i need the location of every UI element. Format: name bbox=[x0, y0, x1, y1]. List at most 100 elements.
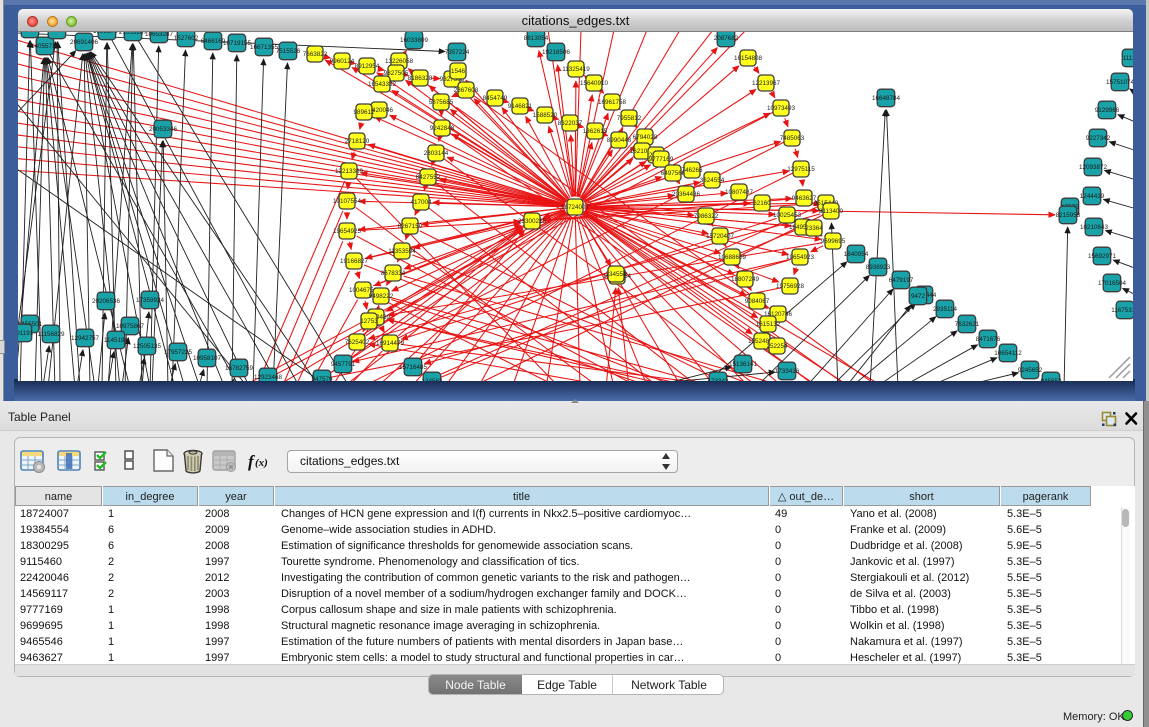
svg-text:12942757: 12942757 bbox=[71, 335, 100, 342]
svg-text:16154808: 16154808 bbox=[734, 55, 763, 62]
svg-text:19166827: 19166827 bbox=[340, 258, 369, 265]
svg-text:12505135: 12505135 bbox=[133, 343, 162, 350]
svg-text:10958107: 10958107 bbox=[193, 355, 222, 362]
svg-text:9227342: 9227342 bbox=[1086, 135, 1111, 142]
svg-text:9472: 9472 bbox=[911, 293, 926, 300]
svg-text:8990448: 8990448 bbox=[607, 137, 632, 144]
svg-text:947579: 947579 bbox=[311, 376, 333, 381]
svg-text:15640910: 15640910 bbox=[580, 80, 609, 87]
svg-text:1527602: 1527602 bbox=[174, 35, 199, 42]
svg-text:13226058: 13226058 bbox=[385, 58, 414, 65]
svg-text:10025453: 10025453 bbox=[773, 212, 802, 219]
svg-text:1244419: 1244419 bbox=[1080, 193, 1105, 200]
svg-text:7485063: 7485063 bbox=[780, 135, 805, 142]
svg-text:12753: 12753 bbox=[360, 318, 378, 325]
svg-text:9084067: 9084067 bbox=[745, 298, 770, 305]
svg-text:17016504: 17016504 bbox=[1098, 280, 1127, 287]
svg-text:16961758: 16961758 bbox=[598, 99, 627, 106]
svg-text:12213369: 12213369 bbox=[335, 168, 364, 175]
svg-text:8938923: 8938923 bbox=[866, 264, 891, 271]
svg-text:7986322: 7986322 bbox=[694, 213, 719, 220]
svg-text:8454749: 8454749 bbox=[483, 95, 508, 102]
svg-text:7955812: 7955812 bbox=[617, 115, 642, 122]
svg-text:7515526: 7515526 bbox=[276, 48, 301, 55]
svg-text:12213967: 12213967 bbox=[752, 80, 781, 87]
svg-text:9457791: 9457791 bbox=[331, 361, 356, 368]
svg-text:20053346: 20053346 bbox=[149, 126, 178, 133]
svg-text:12975115: 12975115 bbox=[787, 166, 815, 173]
svg-text:6479197: 6479197 bbox=[889, 277, 914, 284]
svg-text:7357224: 7357224 bbox=[445, 49, 470, 56]
svg-text:15751074: 15751074 bbox=[1106, 79, 1133, 86]
svg-text:10107554: 10107554 bbox=[333, 198, 362, 205]
svg-text:8678334: 8678334 bbox=[381, 270, 406, 277]
svg-text:989612: 989612 bbox=[353, 109, 375, 116]
svg-text:9129966: 9129966 bbox=[1095, 107, 1120, 114]
svg-text:252254: 252254 bbox=[766, 343, 788, 350]
svg-text:1546: 1546 bbox=[451, 68, 466, 75]
svg-text:746266: 746266 bbox=[681, 167, 703, 174]
svg-text:8427552: 8427552 bbox=[416, 174, 441, 181]
svg-text:2803144: 2803144 bbox=[424, 150, 449, 157]
svg-text:9777169: 9777169 bbox=[649, 156, 674, 163]
svg-text:19654923: 19654923 bbox=[786, 254, 815, 261]
svg-text:18807249: 18807249 bbox=[731, 276, 760, 283]
svg-text:17359924: 17359924 bbox=[136, 297, 165, 304]
svg-text:19756928: 19756928 bbox=[776, 283, 805, 290]
svg-text:16671355: 16671355 bbox=[250, 44, 279, 51]
svg-text:11675312: 11675312 bbox=[1111, 307, 1133, 314]
svg-text:19654925: 19654925 bbox=[333, 228, 362, 235]
svg-text:1640954: 1640954 bbox=[844, 251, 869, 258]
svg-text:9498222: 9498222 bbox=[369, 293, 394, 300]
svg-text:8267150: 8267150 bbox=[398, 223, 423, 230]
svg-text:15136141: 15136141 bbox=[729, 361, 758, 368]
svg-text:9960124: 9960124 bbox=[330, 58, 355, 65]
svg-text:1615132: 1615132 bbox=[756, 321, 781, 328]
svg-text:945652: 945652 bbox=[1040, 378, 1062, 381]
svg-text:19931714: 19931714 bbox=[93, 32, 122, 35]
svg-text:9245652: 9245652 bbox=[1018, 367, 1043, 374]
svg-text:20364436: 20364436 bbox=[672, 191, 701, 198]
svg-text:(x): (x) bbox=[255, 457, 268, 469]
svg-text:14055712: 14055712 bbox=[31, 43, 60, 50]
svg-text:16914479: 16914479 bbox=[376, 340, 405, 347]
svg-text:2087682: 2087682 bbox=[714, 35, 739, 42]
svg-text:10807487: 10807487 bbox=[725, 189, 754, 196]
svg-text:2867608: 2867608 bbox=[454, 87, 479, 94]
svg-text:1362615: 1362615 bbox=[583, 128, 608, 135]
svg-text:8215953: 8215953 bbox=[1056, 212, 1081, 219]
svg-text:3624554: 3624554 bbox=[700, 177, 725, 184]
svg-text:8186328: 8186328 bbox=[408, 75, 433, 82]
svg-text:7632621: 7632621 bbox=[955, 321, 980, 328]
svg-text:16033809: 16033809 bbox=[400, 37, 429, 44]
svg-text:18724007: 18724007 bbox=[561, 204, 590, 211]
svg-text:1733426: 1733426 bbox=[775, 368, 800, 375]
svg-text:15692971: 15692971 bbox=[1088, 253, 1117, 260]
svg-text:2718120: 2718120 bbox=[345, 138, 370, 145]
svg-text:11124: 11124 bbox=[1123, 55, 1133, 62]
svg-text:8912954: 8912954 bbox=[355, 63, 380, 70]
svg-text:21053287: 21053287 bbox=[119, 32, 148, 36]
svg-text:9463627: 9463627 bbox=[792, 195, 817, 202]
svg-text:23364: 23364 bbox=[805, 225, 823, 232]
svg-text:417004: 417004 bbox=[410, 199, 432, 206]
svg-text:12923468: 12923468 bbox=[254, 374, 283, 381]
svg-text:173342: 173342 bbox=[707, 378, 729, 381]
svg-text:17957225: 17957225 bbox=[164, 349, 193, 356]
svg-text:20206536: 20206536 bbox=[92, 298, 121, 305]
svg-text:7625402: 7625402 bbox=[345, 339, 370, 346]
svg-text:10719155: 10719155 bbox=[223, 40, 252, 47]
svg-text:1588520: 1588520 bbox=[533, 112, 558, 119]
svg-text:10654112: 10654112 bbox=[994, 350, 1022, 357]
svg-text:234554: 234554 bbox=[605, 271, 627, 278]
svg-text:124563: 124563 bbox=[421, 378, 443, 381]
svg-text:3113400: 3113400 bbox=[819, 208, 844, 215]
svg-text:11353594: 11353594 bbox=[388, 248, 416, 255]
svg-text:9146821: 9146821 bbox=[508, 103, 533, 110]
svg-text:10973493: 10973493 bbox=[767, 105, 796, 112]
svg-text:15716485: 15716485 bbox=[399, 364, 428, 371]
svg-text:15720407: 15720407 bbox=[706, 233, 735, 240]
svg-text:10210643: 10210643 bbox=[1080, 224, 1109, 231]
svg-text:12093872: 12093872 bbox=[1079, 164, 1108, 171]
svg-text:16543382: 16543382 bbox=[368, 81, 397, 88]
